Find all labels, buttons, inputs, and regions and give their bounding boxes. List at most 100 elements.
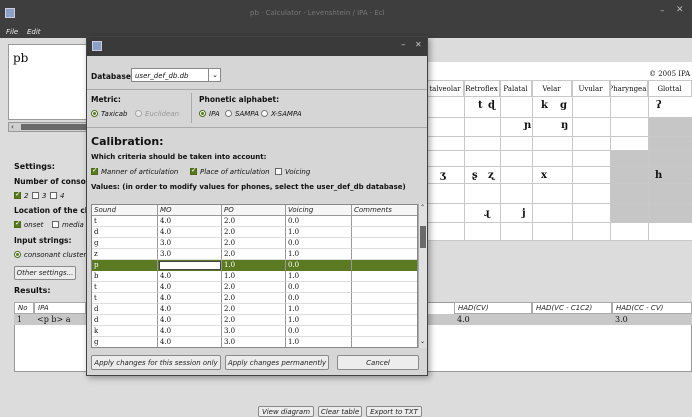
ipa-symbol[interactable]: k — [541, 100, 548, 111]
cell-sound[interactable]: p — [92, 260, 158, 271]
cell-voicing[interactable]: 0.0 — [286, 326, 352, 337]
cell-po[interactable]: 2.0 — [222, 216, 286, 227]
table-row[interactable]: t 4.0 2.0 0.0 — [92, 282, 417, 293]
cell-sound[interactable]: g — [92, 238, 158, 249]
ipa-symbol[interactable]: ʔ — [656, 100, 662, 111]
cell-mo[interactable]: 4.0 — [158, 271, 222, 282]
cell-po[interactable]: 3.0 — [222, 326, 286, 337]
input-preview-area[interactable]: pb — [8, 44, 88, 120]
voicing-checkbox[interactable] — [275, 168, 282, 175]
col-sound[interactable]: Sound — [92, 205, 158, 216]
cell-comments[interactable] — [352, 282, 417, 293]
cell-mo[interactable]: 4.0 — [158, 282, 222, 293]
dialog-close-icon[interactable]: ✕ — [415, 40, 422, 49]
scroll-down-icon[interactable]: ⌄ — [420, 338, 425, 345]
ipa-symbol[interactable]: ʐ — [488, 170, 494, 181]
table-row[interactable]: t 4.0 2.0 0.0 — [92, 216, 417, 227]
cell-sound[interactable]: d — [92, 227, 158, 238]
cell-po[interactable]: 3.0 — [222, 337, 286, 347]
close-icon[interactable]: ✕ — [676, 5, 684, 15]
cell-po[interactable]: 2.0 — [222, 238, 286, 249]
cell-mo[interactable]: 4.0 — [158, 227, 222, 238]
count-4-checkbox[interactable] — [50, 192, 57, 199]
apply-permanent-button[interactable]: Apply changes permanently — [225, 355, 329, 370]
dialog-minimize-icon[interactable]: – — [401, 40, 406, 50]
ipa-symbol[interactable]: ɲ — [524, 120, 531, 131]
col-comments[interactable]: Comments — [352, 205, 417, 216]
table-row[interactable]: t 4.0 2.0 0.0 — [92, 293, 417, 304]
cell-sound[interactable]: z — [92, 249, 158, 260]
ipa-symbol[interactable]: ɖ — [488, 100, 495, 111]
clear-table-button[interactable]: Clear table — [318, 406, 362, 417]
cell-mo[interactable]: 4.0 — [158, 326, 222, 337]
export-txt-button[interactable]: Export to TXT — [366, 406, 422, 417]
apply-session-button[interactable]: Apply changes for this session only — [91, 355, 221, 370]
media-checkbox[interactable] — [52, 221, 59, 228]
cell-sound[interactable]: g — [92, 337, 158, 347]
cell-sound[interactable]: d — [92, 315, 158, 326]
table-row[interactable]: z 3.0 2.0 1.0 — [92, 249, 417, 260]
cell-mo[interactable]: 4.0 — [158, 216, 222, 227]
onset-checkbox[interactable] — [14, 219, 21, 228]
consonant-cluster-radio[interactable] — [14, 251, 21, 258]
menu-file[interactable]: File — [6, 28, 18, 36]
other-settings-button[interactable]: Other settings... — [14, 266, 76, 280]
cell-editor[interactable] — [159, 261, 221, 270]
cell-comments[interactable] — [352, 216, 417, 227]
cell-sound[interactable]: t — [92, 282, 158, 293]
cell-po[interactable]: 1.0 — [222, 271, 286, 282]
table-row[interactable]: g 4.0 3.0 1.0 — [92, 337, 417, 347]
scroll-up-icon[interactable]: ⌃ — [420, 204, 425, 211]
cell-comments[interactable] — [352, 271, 417, 282]
ipa-symbol[interactable]: j — [522, 208, 526, 219]
view-diagram-button[interactable]: View diagram — [258, 406, 314, 417]
cell-po[interactable]: 2.0 — [222, 249, 286, 260]
results-header-had-cc[interactable]: HAD(CC - CV) — [612, 302, 692, 314]
manner-checkbox[interactable] — [91, 166, 98, 175]
ipa-symbol[interactable]: g — [560, 100, 567, 111]
euclidean-radio[interactable] — [135, 110, 142, 117]
scroll-left-icon[interactable]: ‹ — [11, 123, 14, 131]
ipa-symbol[interactable]: ŋ — [561, 120, 568, 131]
table-row[interactable]: d 4.0 2.0 1.0 — [92, 315, 417, 326]
cell-voicing[interactable]: 0.0 — [286, 260, 352, 271]
cell-mo[interactable]: 4.0 — [158, 293, 222, 304]
count-2-checkbox[interactable] — [14, 190, 21, 199]
xsampa-radio[interactable] — [261, 110, 268, 117]
cancel-button[interactable]: Cancel — [337, 355, 419, 370]
cell-voicing[interactable]: 1.0 — [286, 315, 352, 326]
cell-po[interactable]: 2.0 — [222, 315, 286, 326]
ipa-symbol[interactable]: h — [655, 170, 662, 181]
database-select[interactable]: user_def_db.db ⌄ — [131, 68, 221, 82]
cell-po[interactable]: 2.0 — [222, 282, 286, 293]
minimize-icon[interactable]: – — [660, 6, 665, 16]
cell-comments[interactable] — [352, 293, 417, 304]
ipa-radio[interactable] — [199, 110, 206, 117]
ipa-symbol[interactable]: ʂ — [472, 170, 478, 181]
cell-po[interactable]: 2.0 — [222, 227, 286, 238]
cell-sound[interactable]: d — [92, 304, 158, 315]
results-header-ipa[interactable]: IPA transcripti — [34, 302, 86, 322]
table-row[interactable]: k 4.0 3.0 0.0 — [92, 326, 417, 337]
cell-voicing[interactable]: 1.0 — [286, 271, 352, 282]
scroll-thumb[interactable] — [21, 124, 86, 130]
cell-voicing[interactable]: 0.0 — [286, 216, 352, 227]
table-scrollbar[interactable]: ⌃ ⌄ — [418, 204, 427, 348]
cell-sound[interactable]: k — [92, 326, 158, 337]
table-row[interactable]: b 4.0 1.0 1.0 — [92, 271, 417, 282]
left-scrollbar[interactable]: ‹ — [8, 122, 88, 132]
count-3-checkbox[interactable] — [32, 192, 39, 199]
cell-mo[interactable]: 4.0 — [158, 315, 222, 326]
cell-po[interactable]: 2.0 — [222, 293, 286, 304]
cell-comments[interactable] — [352, 238, 417, 249]
cell-sound[interactable]: b — [92, 271, 158, 282]
cell-voicing[interactable]: 1.0 — [286, 227, 352, 238]
cell-voicing[interactable]: 1.0 — [286, 249, 352, 260]
col-po[interactable]: PO — [222, 205, 286, 216]
results-header-no[interactable]: No — [14, 302, 34, 314]
cell-sound[interactable]: t — [92, 293, 158, 304]
cell-voicing[interactable]: 1.0 — [286, 337, 352, 347]
cell-comments[interactable] — [352, 227, 417, 238]
cell-mo[interactable]: 4.0 — [158, 304, 222, 315]
cell-mo[interactable]: 3.0 — [158, 238, 222, 249]
